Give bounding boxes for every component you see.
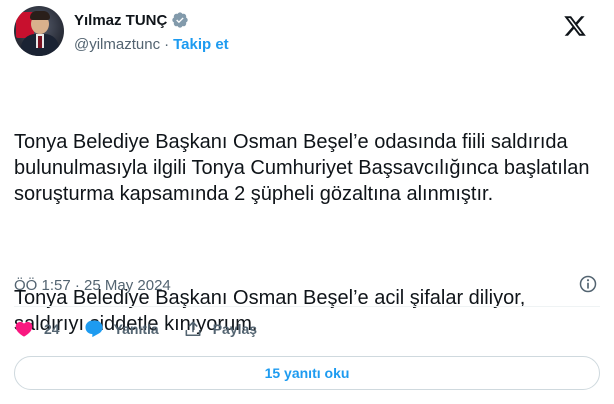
- avatar[interactable]: [14, 6, 64, 56]
- author-display-name[interactable]: Yılmaz TUNÇ: [74, 12, 167, 29]
- author-name-row: Yılmaz TUNÇ: [74, 10, 189, 30]
- read-replies-button[interactable]: 15 yanıtı oku: [14, 356, 600, 390]
- share-upload-icon: [185, 321, 201, 337]
- like-button[interactable]: 24: [14, 319, 60, 339]
- verified-badge-icon: [172, 12, 189, 28]
- author-handle-row: @yilmaztunc · Takip et: [74, 34, 229, 54]
- heart-icon: [15, 321, 33, 337]
- author-handle[interactable]: @yilmaztunc: [74, 36, 160, 53]
- avatar-hair: [30, 11, 50, 20]
- share-label: Paylaş: [212, 321, 258, 337]
- avatar-tie: [38, 36, 42, 48]
- x-logo-icon[interactable]: [562, 14, 588, 38]
- tweet-actions: 24 Yanıtla Paylaş: [14, 318, 281, 340]
- divider: [14, 306, 600, 307]
- handle-separator: ·: [164, 35, 170, 53]
- tweet-timestamp[interactable]: ÖÖ 1:57 · 25 May 2024: [14, 277, 171, 294]
- share-button[interactable]: Paylaş: [183, 319, 257, 339]
- speech-bubble-icon: [85, 320, 103, 338]
- tweet-embed-card: Yılmaz TUNÇ @yilmaztunc · Takip et Tonya…: [0, 0, 614, 404]
- tweet-header: Yılmaz TUNÇ @yilmaztunc · Takip et: [14, 6, 604, 62]
- reply-button[interactable]: Yanıtla: [84, 319, 159, 339]
- reply-label: Yanıtla: [113, 321, 159, 337]
- tweet-text: Tonya Belediye Başkanı Osman Beşel’e oda…: [14, 77, 600, 389]
- like-count: 24: [44, 321, 60, 337]
- tweet-timestamp-row: ÖÖ 1:57 · 25 May 2024: [14, 274, 171, 296]
- tweet-paragraph-1: Tonya Belediye Başkanı Osman Beşel’e oda…: [14, 131, 596, 205]
- info-icon[interactable]: [578, 274, 598, 294]
- follow-button[interactable]: Takip et: [173, 36, 229, 53]
